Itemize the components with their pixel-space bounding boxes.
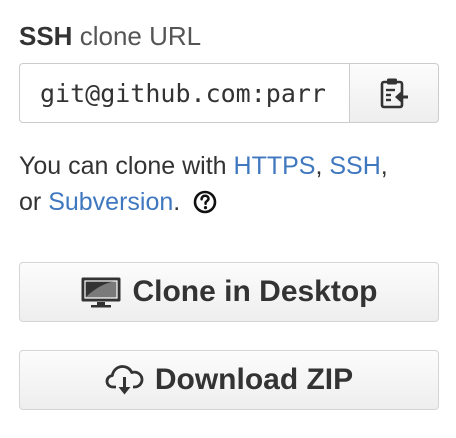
help-prefix: You can clone with [19,152,234,180]
clone-url-input[interactable] [19,63,349,123]
subversion-link[interactable]: Subversion [48,188,173,216]
clipboard-icon [380,78,408,109]
clone-help-text: You can clone with HTTPS, SSH, or Subver… [19,148,449,220]
help-period: . [173,188,181,216]
download-zip-button[interactable]: Download ZIP [19,350,439,410]
help-or: or [19,188,49,216]
cloud-download-icon [105,365,144,395]
clone-url-group [19,63,439,127]
monitor-icon [81,277,121,308]
clone-url-heading: SSH clone URL [19,20,201,52]
help-separator: , [380,152,388,180]
question-circle-icon[interactable] [193,190,217,214]
https-link[interactable]: HTTPS [234,152,316,180]
clone-in-desktop-label: Clone in Desktop [132,275,378,308]
clone-in-desktop-button[interactable]: Clone in Desktop [19,262,439,322]
download-zip-label: Download ZIP [154,363,354,396]
heading-label: clone URL [79,21,202,51]
protocol-label: SSH [19,21,73,51]
help-separator: , [315,152,330,180]
ssh-link[interactable]: SSH [329,152,380,180]
copy-url-button[interactable] [349,63,439,123]
